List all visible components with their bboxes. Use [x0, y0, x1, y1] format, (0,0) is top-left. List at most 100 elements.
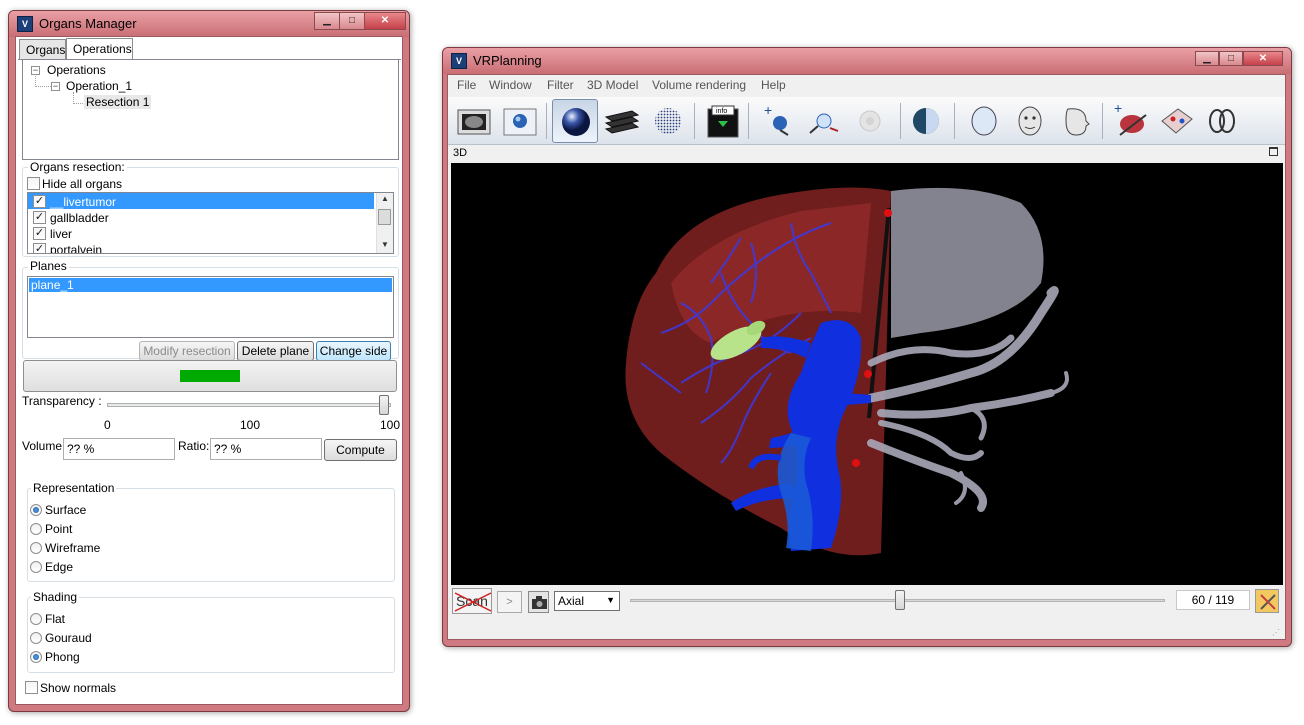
point-label: Point — [45, 522, 73, 536]
progress-bar — [23, 360, 397, 392]
surface-radio[interactable] — [30, 504, 42, 516]
menu-filter[interactable]: Filter — [547, 78, 574, 92]
list-item[interactable]: liver — [50, 227, 72, 241]
resize-grip-icon[interactable]: ⋰ — [1272, 628, 1282, 638]
menu-file[interactable]: File — [457, 78, 476, 92]
list-item-selected[interactable] — [29, 278, 392, 292]
wireframe-radio[interactable] — [30, 542, 42, 554]
menu-bar: File Window Filter 3D Model Volume rende… — [448, 75, 1285, 96]
window-title: VRPlanning — [473, 53, 542, 68]
phong-radio[interactable] — [30, 651, 42, 663]
modify-resection-button[interactable]: Modify resection — [139, 341, 235, 361]
add-landmark-icon[interactable]: + — [758, 101, 798, 141]
ratio-label: Ratio: — [178, 439, 210, 453]
transparency-slider[interactable] — [107, 403, 391, 407]
menu-window[interactable]: Window — [489, 78, 532, 92]
scan-button[interactable]: Scan — [452, 588, 492, 614]
resected-part-model — [891, 187, 1044, 338]
stacked-slices-icon[interactable] — [602, 101, 642, 141]
tab-organs[interactable]: Organs — [19, 39, 66, 60]
maximize-button[interactable]: □ — [1219, 51, 1243, 66]
tree-item-operations[interactable]: Operations — [47, 63, 106, 77]
change-side-button[interactable]: Change side — [316, 341, 391, 361]
show-normals-checkbox[interactable] — [25, 681, 38, 694]
collapse-icon[interactable]: − — [31, 66, 40, 75]
planes-list[interactable]: plane_1 — [27, 276, 394, 338]
wrench-icon — [1260, 594, 1276, 610]
add-resection-icon[interactable]: + — [1110, 100, 1150, 141]
close-button[interactable]: ✕ — [1243, 51, 1283, 66]
svg-text:+: + — [1114, 101, 1122, 116]
slider-mid-label: 100 — [240, 418, 261, 432]
show-normals-label: Show normals — [40, 681, 117, 695]
maximize-button[interactable]: □ — [339, 12, 365, 30]
plane-tool-icon[interactable] — [1156, 101, 1196, 141]
list-item[interactable]: gallbladder — [50, 211, 109, 225]
vrplanning-titlebar[interactable] — [443, 48, 1291, 74]
list-item[interactable]: plane_1 — [31, 278, 74, 292]
scroll-thumb[interactable] — [378, 209, 391, 225]
tree-item-resection[interactable]: Resection 1 — [84, 95, 152, 109]
minimize-button[interactable]: ▁ — [1195, 51, 1219, 66]
orientation-select[interactable]: Axial ▼ — [554, 591, 620, 611]
hide-all-checkbox[interactable] — [27, 177, 40, 190]
tree-item-operation[interactable]: Operation_1 — [66, 79, 132, 93]
compute-button[interactable]: Compute — [324, 439, 397, 461]
dotted-sphere-icon[interactable] — [648, 101, 688, 141]
operations-tree[interactable]: − Operations − Operation_1 Resection 1 — [22, 59, 399, 160]
menu-3d-model[interactable]: 3D Model — [587, 78, 638, 92]
shaded-sphere-icon[interactable] — [552, 99, 598, 143]
close-button[interactable]: ✕ — [364, 12, 406, 30]
organs-resection-title: Organs resection: — [28, 160, 127, 174]
organ-checkbox[interactable]: ✓ — [33, 211, 46, 224]
sphere-view-icon[interactable] — [500, 101, 540, 141]
info-icon[interactable]: info — [702, 101, 742, 141]
landmark-point — [852, 459, 860, 467]
ratio-field[interactable]: ?? % — [210, 438, 322, 460]
app-logo-icon: V — [451, 53, 467, 69]
double-ring-icon[interactable] — [1202, 101, 1242, 141]
tab-operations-label: Operations — [73, 42, 132, 56]
transparency-label: Transparency : — [22, 394, 102, 408]
snapshot-button[interactable] — [528, 591, 549, 613]
transparency-slider-handle[interactable] — [379, 395, 389, 415]
maximize-view-icon[interactable] — [1269, 147, 1278, 156]
view-label: 3D — [453, 147, 468, 159]
scan-slices-icon[interactable] — [454, 101, 494, 141]
slice-slider-handle[interactable] — [895, 590, 905, 610]
organ-checkbox[interactable]: ✓ — [33, 195, 46, 208]
face-front-icon[interactable] — [1010, 101, 1050, 141]
volume-label: Volume: — [22, 439, 66, 453]
tool-toggle-button[interactable] — [1255, 589, 1279, 613]
hide-all-label: Hide all organs — [42, 177, 123, 191]
organ-checkbox[interactable]: ✓ — [33, 243, 46, 253]
edge-radio[interactable] — [30, 561, 42, 573]
half-sphere-icon[interactable] — [906, 101, 946, 141]
scroll-down-icon[interactable]: ▼ — [381, 240, 389, 249]
gouraud-radio[interactable] — [30, 632, 42, 644]
delete-plane-button[interactable]: Delete plane — [237, 341, 314, 361]
tab-operations[interactable]: Operations — [66, 38, 133, 60]
3d-viewport[interactable] — [451, 163, 1283, 585]
menu-volume-rendering[interactable]: Volume rendering — [652, 78, 746, 92]
chevron-down-icon: ▼ — [606, 595, 615, 605]
main-toolbar: info + + — [448, 97, 1285, 145]
point-radio[interactable] — [30, 523, 42, 535]
remove-landmark-icon[interactable] — [804, 101, 844, 141]
collapse-icon[interactable]: − — [51, 82, 60, 91]
organ-checkbox[interactable]: ✓ — [33, 227, 46, 240]
face-profile-icon[interactable] — [1056, 101, 1096, 141]
minimize-button[interactable]: ▁ — [314, 12, 340, 30]
head-outline-icon[interactable] — [964, 101, 1004, 141]
list-item[interactable]: portalvein — [50, 243, 102, 253]
organs-list[interactable]: ✓ __livertumor ✓ gallbladder ✓ liver ✓ p… — [27, 192, 394, 254]
list-scrollbar[interactable]: ▲ ▼ — [376, 193, 393, 253]
menu-help[interactable]: Help — [761, 78, 786, 92]
flat-radio[interactable] — [30, 613, 42, 625]
svg-text:+: + — [764, 102, 772, 118]
scroll-up-icon[interactable]: ▲ — [381, 194, 389, 203]
list-item[interactable]: __livertumor — [50, 195, 116, 209]
play-button[interactable]: > — [497, 591, 522, 613]
slice-counter: 60 / 119 — [1176, 590, 1250, 610]
volume-field[interactable]: ?? % — [63, 438, 175, 460]
